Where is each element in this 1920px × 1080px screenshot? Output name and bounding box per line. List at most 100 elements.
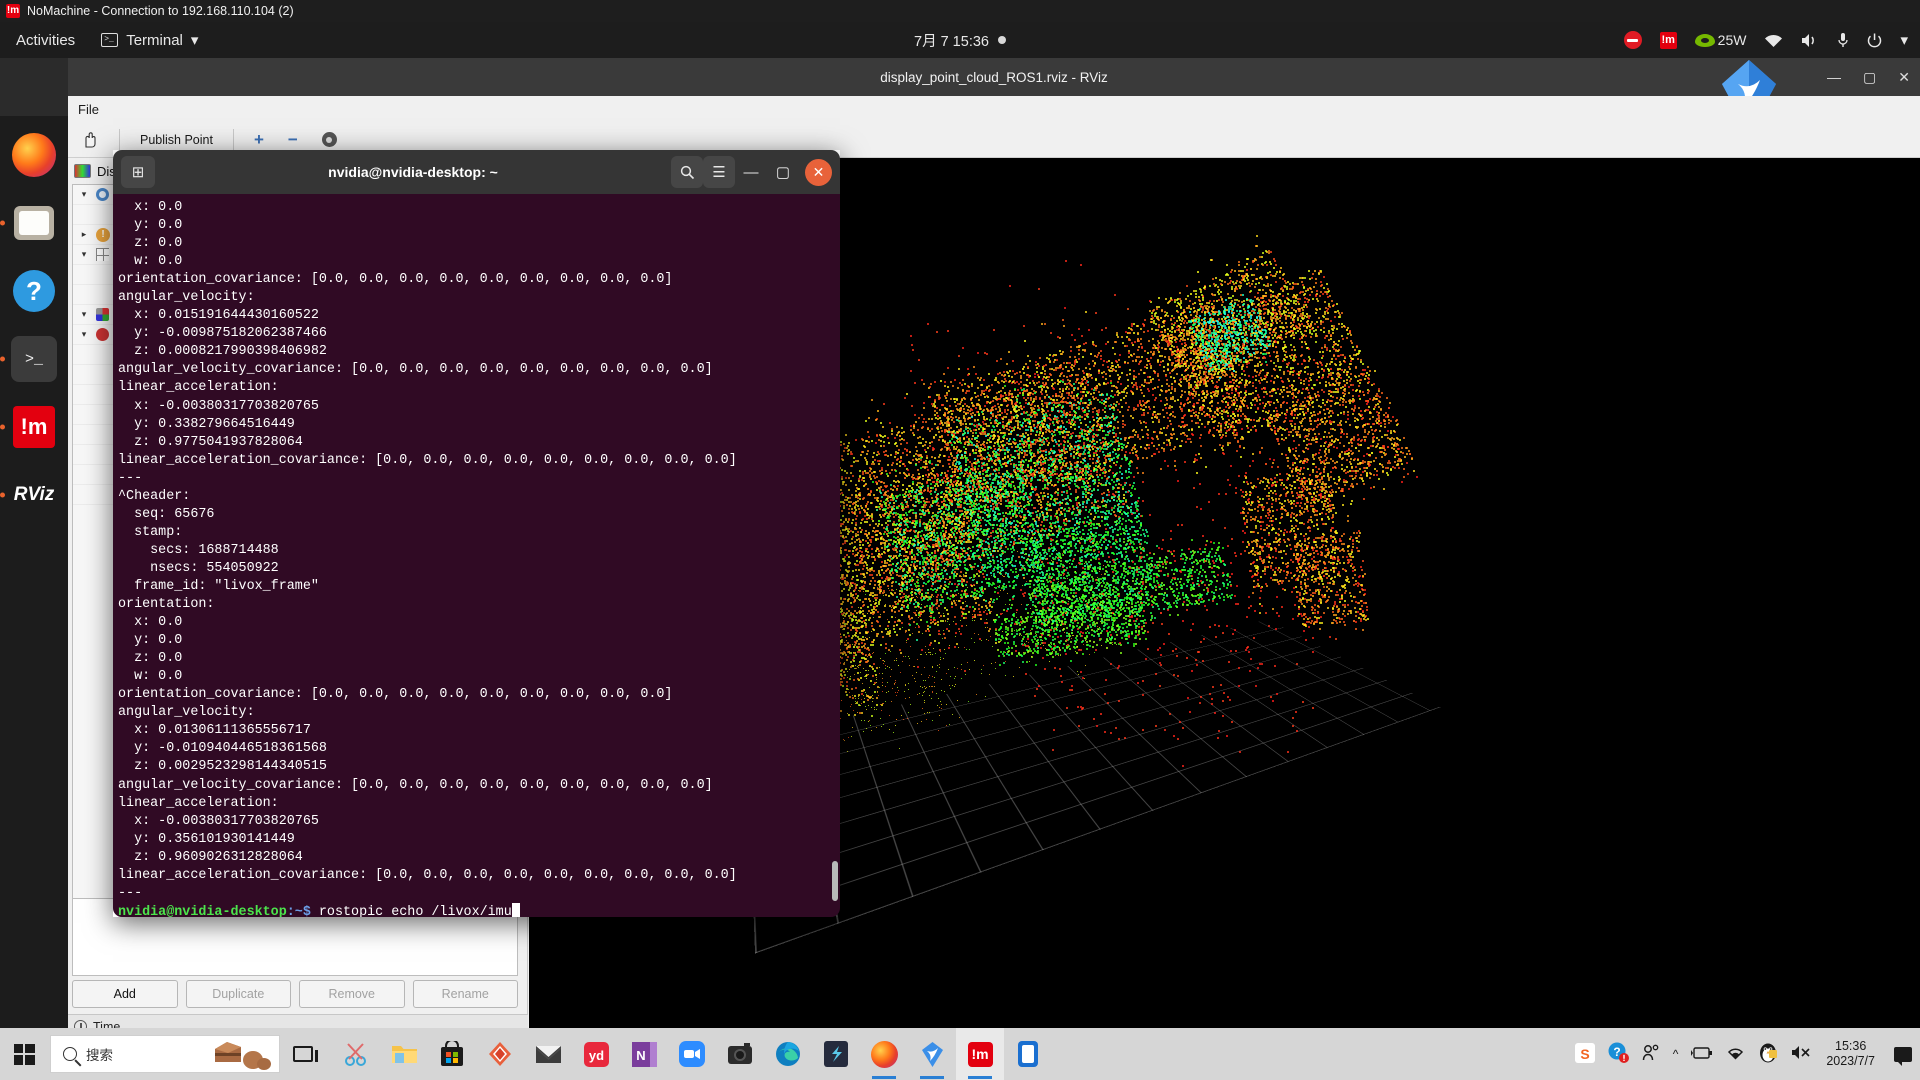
camera-button[interactable]: [318, 130, 341, 149]
terminal-body[interactable]: x: 0.0 y: 0.0 z: 0.0 w: 0.0orientation_c…: [113, 194, 840, 917]
terminal-line: linear_acceleration_covariance: [0.0, 0.…: [118, 867, 840, 885]
menu-file[interactable]: File: [78, 102, 99, 117]
terminal-line: ^Cheader:: [118, 488, 840, 506]
app-menu-terminal[interactable]: >_ Terminal ▾: [101, 31, 198, 49]
help-notification-icon[interactable]: ?: [1608, 1042, 1629, 1066]
task-view-button[interactable]: [280, 1028, 326, 1080]
terminal-maximize-button[interactable]: ▢: [767, 156, 799, 188]
minus-icon: −: [288, 135, 298, 145]
taskbar-app-zoom[interactable]: [668, 1028, 716, 1080]
terminal-line: x: 0.0: [118, 199, 840, 217]
warn-icon: !: [96, 228, 110, 242]
dock-item-rviz[interactable]: RViz: [9, 470, 59, 520]
taskbar-app-mail[interactable]: [524, 1028, 572, 1080]
terminal-line: z: 0.0: [118, 235, 840, 253]
terminal-menu-button[interactable]: ☰: [703, 156, 735, 188]
zoom-out-button[interactable]: −: [284, 133, 302, 147]
taskbar-app-phone-link[interactable]: [1004, 1028, 1052, 1080]
sogou-ime-icon[interactable]: S: [1575, 1043, 1595, 1066]
tree-twisty-icon[interactable]: ▸: [77, 229, 91, 240]
wifi-icon[interactable]: [1726, 1045, 1745, 1063]
tray-dropdown-icon[interactable]: ▾: [1900, 31, 1908, 49]
interact-tool-button[interactable]: [76, 128, 103, 151]
dot-icon: [96, 328, 109, 341]
terminal-line: stamp:: [118, 524, 840, 542]
publish-point-label: Publish Point: [140, 133, 213, 147]
rviz-minimize-button[interactable]: —: [1827, 69, 1841, 85]
rviz-close-button[interactable]: ✕: [1898, 69, 1910, 86]
rviz-maximize-button[interactable]: ▢: [1863, 69, 1876, 86]
power-icon[interactable]: [1867, 33, 1882, 48]
terminal-line: y: -0.010940446518361568: [118, 740, 840, 758]
taskbar-app-youdao-dict[interactable]: yd: [572, 1028, 620, 1080]
terminal-output: x: 0.0 y: 0.0 z: 0.0 w: 0.0orientation_c…: [118, 199, 840, 903]
rviz-icon: RViz: [14, 484, 54, 506]
tree-twisty-icon[interactable]: ▾: [77, 189, 91, 200]
duplicate-display-button[interactable]: Duplicate: [186, 980, 292, 1008]
microphone-icon[interactable]: [1837, 32, 1849, 48]
taskbar-app-s[interactable]: [812, 1028, 860, 1080]
new-tab-button[interactable]: ⊞: [121, 156, 155, 188]
taskbar-app-snip-tool[interactable]: [332, 1028, 380, 1080]
terminal-line: frame_id: "livox_frame": [118, 578, 840, 596]
rename-display-button[interactable]: Rename: [413, 980, 519, 1008]
zoom-in-button[interactable]: +: [250, 131, 268, 149]
terminal-line: ---: [118, 470, 840, 488]
gnome-clock[interactable]: 7月 7 15:36: [850, 30, 1070, 51]
taskbar-app-microsoft-store[interactable]: [428, 1028, 476, 1080]
publish-point-button[interactable]: Publish Point: [136, 131, 217, 149]
volume-muted-icon[interactable]: [1791, 1045, 1813, 1063]
add-display-button[interactable]: Add: [72, 980, 178, 1008]
nvidia-power-indicator[interactable]: 25W: [1695, 32, 1747, 48]
taskbar-app-diamond[interactable]: [476, 1028, 524, 1080]
terminal-search-button[interactable]: [671, 156, 703, 188]
show-hidden-icons-chevron[interactable]: ^: [1673, 1047, 1679, 1061]
terminal-line: linear_acceleration_covariance: [0.0, 0.…: [118, 452, 840, 470]
dock-item-nomachine[interactable]: !m: [9, 402, 59, 452]
wifi-icon[interactable]: [1764, 33, 1783, 48]
taskbar-app-firefox[interactable]: [860, 1028, 908, 1080]
plus-icon: +: [254, 133, 264, 147]
tree-twisty-icon[interactable]: ▾: [77, 329, 91, 340]
activities-button[interactable]: Activities: [16, 32, 75, 49]
qq-penguin-icon[interactable]: [1758, 1042, 1778, 1066]
terminal-line: angular_velocity:: [118, 704, 840, 722]
do-not-disturb-icon[interactable]: [1624, 31, 1642, 49]
tree-twisty-icon[interactable]: ▾: [77, 249, 91, 260]
volume-icon[interactable]: [1801, 33, 1819, 48]
dock-item-firefox[interactable]: [9, 130, 59, 180]
notification-center-icon[interactable]: [1894, 1047, 1912, 1062]
terminal-close-button[interactable]: ✕: [805, 159, 832, 186]
nomachine-title: NoMachine - Connection to 192.168.110.10…: [27, 4, 294, 18]
svg-text:S: S: [1580, 1046, 1589, 1062]
taskbar-app-onenote[interactable]: N: [620, 1028, 668, 1080]
dock-item-files[interactable]: [9, 198, 59, 248]
taskbar-clock[interactable]: 15:36 2023/7/7: [1826, 1039, 1875, 1069]
battery-icon[interactable]: [1691, 1046, 1713, 1063]
start-button[interactable]: [0, 1028, 48, 1080]
people-icon[interactable]: [1642, 1044, 1660, 1064]
tree-twisty-icon[interactable]: ▾: [77, 309, 91, 320]
nomachine-titlebar: !m NoMachine - Connection to 192.168.110…: [0, 0, 1920, 22]
search-placeholder: 搜索: [86, 1044, 113, 1064]
search-icon: [63, 1047, 77, 1061]
taskbar-app-nomachine[interactable]: !m: [956, 1028, 1004, 1080]
rviz-titlebar: display_point_cloud_ROS1.rviz - RViz — ▢…: [68, 58, 1920, 96]
taskbar-app-microsoft-edge[interactable]: [764, 1028, 812, 1080]
taskbar-search-box[interactable]: 搜索: [50, 1035, 280, 1073]
terminal-minimize-button[interactable]: —: [735, 156, 767, 188]
terminal-scrollbar[interactable]: [832, 861, 838, 901]
dock-item-terminal[interactable]: >_: [9, 334, 59, 384]
dock-item-help[interactable]: ?: [9, 266, 59, 316]
nomachine-tray-icon[interactable]: !m: [1660, 32, 1677, 49]
terminal-line: x: 0.0: [118, 614, 840, 632]
running-indicator: [0, 357, 5, 362]
terminal-line: seq: 65676: [118, 506, 840, 524]
taskbar-app-camera[interactable]: [716, 1028, 764, 1080]
displays-action-buttons: Add Duplicate Remove Rename: [72, 980, 518, 1010]
terminal-line: y: 0.338279664516449: [118, 416, 840, 434]
taskbar-app-file-explorer[interactable]: [380, 1028, 428, 1080]
terminal-line: z: 0.9609026312828064: [118, 849, 840, 867]
remove-display-button[interactable]: Remove: [299, 980, 405, 1008]
taskbar-app-rviz[interactable]: [908, 1028, 956, 1080]
